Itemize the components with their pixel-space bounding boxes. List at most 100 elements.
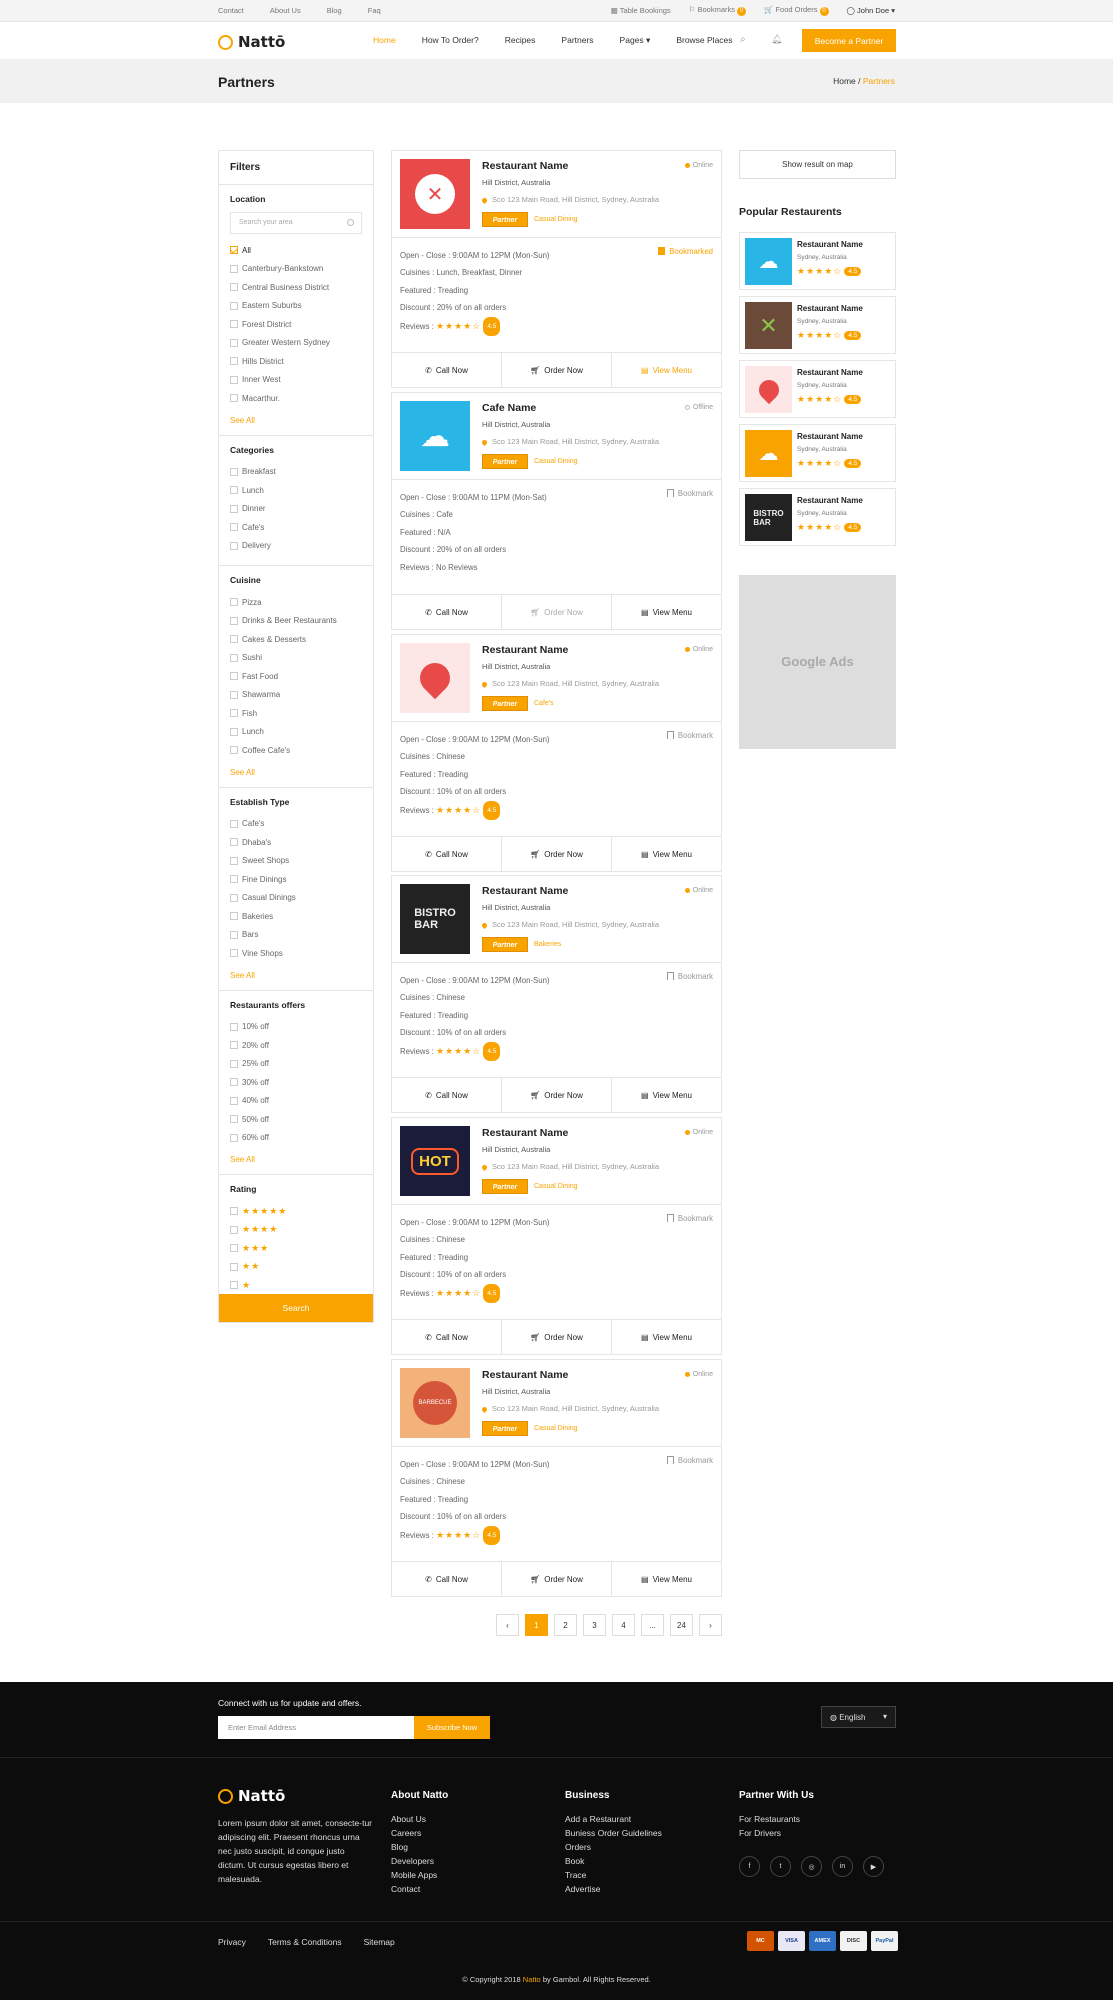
filter-option[interactable]: Cafe's bbox=[230, 518, 362, 537]
popular-name[interactable]: Restaurant Name bbox=[797, 496, 863, 505]
view-menu-button[interactable]: ▤ View Menu bbox=[612, 1320, 721, 1354]
checkbox[interactable] bbox=[230, 394, 238, 403]
footer-link[interactable]: Developers bbox=[391, 1854, 448, 1868]
filter-option[interactable]: Fine Dinings bbox=[230, 870, 362, 889]
twitter-icon[interactable]: t bbox=[770, 1856, 791, 1877]
checkbox[interactable] bbox=[230, 912, 238, 921]
filter-option[interactable]: Central Business District bbox=[230, 278, 362, 297]
filter-option[interactable]: Drinks & Beer Restaurants bbox=[230, 612, 362, 631]
order-now-button[interactable]: 🛒︎ Order Now bbox=[502, 595, 612, 629]
checkbox[interactable] bbox=[230, 635, 238, 644]
nav-pages[interactable]: Pages ▾ bbox=[620, 35, 651, 46]
checkbox[interactable] bbox=[230, 672, 238, 681]
map-pin-logo[interactable] bbox=[400, 643, 470, 713]
checkbox[interactable] bbox=[230, 375, 238, 384]
checkbox[interactable] bbox=[230, 1041, 238, 1050]
popular-restaurant-item[interactable]: Restaurant Name Sydney, Australia ★★★★☆ 4.5 bbox=[739, 360, 896, 418]
filter-option[interactable]: Inner West bbox=[230, 371, 362, 390]
view-menu-button[interactable]: ▤ View Menu bbox=[612, 1078, 721, 1112]
language-select[interactable]: ◍ English ▾ bbox=[821, 1706, 896, 1728]
filter-option[interactable]: Pizza bbox=[230, 593, 362, 612]
fork-spoon-logo[interactable]: ✕ bbox=[400, 159, 470, 229]
checkbox[interactable] bbox=[230, 598, 238, 607]
filter-option[interactable]: 60% off bbox=[230, 1129, 362, 1148]
checkbox[interactable] bbox=[230, 746, 238, 755]
checkbox[interactable] bbox=[230, 930, 238, 939]
restaurant-category[interactable]: Cafe's bbox=[534, 700, 554, 707]
checkbox[interactable] bbox=[230, 357, 238, 366]
sitemap-link[interactable]: Sitemap bbox=[364, 1937, 395, 1947]
top-link-faq[interactable]: Faq bbox=[368, 6, 381, 15]
view-menu-button[interactable]: ▤ View Menu bbox=[612, 353, 721, 387]
linkedin-icon[interactable]: in bbox=[832, 1856, 853, 1877]
filter-option[interactable]: Hills District bbox=[230, 352, 362, 371]
restaurant-name[interactable]: Restaurant Name bbox=[482, 644, 568, 656]
nav-partners[interactable]: Partners bbox=[561, 35, 593, 46]
footer-link[interactable]: Buniess Order Guidelines bbox=[565, 1826, 662, 1840]
privacy-link[interactable]: Privacy bbox=[218, 1937, 246, 1947]
bistro-bar-logo[interactable]: BISTRO BAR bbox=[400, 884, 470, 954]
filter-option[interactable]: Macarthur. bbox=[230, 389, 362, 408]
offers-see-all[interactable]: See All bbox=[230, 1155, 362, 1164]
checkbox[interactable] bbox=[230, 1022, 238, 1031]
restaurant-card[interactable]: BARBECUE Restaurant Name Hill District, Au… bbox=[391, 1359, 722, 1597]
call-now-button[interactable]: ✆ Call Now bbox=[392, 837, 502, 871]
restaurant-category[interactable]: Casual Dining bbox=[534, 1183, 578, 1190]
filter-option[interactable]: Canterbury-Bankstown bbox=[230, 260, 362, 279]
checkbox[interactable] bbox=[230, 1244, 238, 1253]
filter-option[interactable]: Bakeries bbox=[230, 907, 362, 926]
footer-link[interactable]: Contact bbox=[391, 1882, 448, 1896]
checkbox[interactable] bbox=[230, 338, 238, 347]
checkbox[interactable] bbox=[230, 616, 238, 625]
top-link-about[interactable]: About Us bbox=[270, 6, 301, 15]
checkbox[interactable] bbox=[230, 727, 238, 736]
view-menu-button[interactable]: ▤ View Menu bbox=[612, 837, 721, 871]
restaurant-category[interactable]: Casual Dining bbox=[534, 1425, 578, 1432]
restaurant-card[interactable]: HOT Restaurant Name Hill District, Austral… bbox=[391, 1117, 722, 1355]
restaurant-name[interactable]: Cafe Name bbox=[482, 402, 536, 414]
popular-name[interactable]: Restaurant Name bbox=[797, 432, 863, 441]
cuisine-see-all[interactable]: See All bbox=[230, 768, 362, 777]
footer-link[interactable]: Book bbox=[565, 1854, 662, 1868]
checkbox[interactable] bbox=[230, 1133, 238, 1142]
checkbox[interactable] bbox=[230, 246, 238, 255]
view-menu-button[interactable]: ▤ View Menu bbox=[612, 1562, 721, 1596]
checkbox[interactable] bbox=[230, 949, 238, 958]
popular-name[interactable]: Restaurant Name bbox=[797, 368, 863, 377]
checkbox[interactable] bbox=[230, 467, 238, 476]
checkbox[interactable] bbox=[230, 1096, 238, 1105]
call-now-button[interactable]: ✆ Call Now bbox=[392, 353, 502, 387]
checkbox[interactable] bbox=[230, 1225, 238, 1234]
filter-option[interactable]: 10% off bbox=[230, 1018, 362, 1037]
call-now-button[interactable]: ✆ Call Now bbox=[392, 1320, 502, 1354]
youtube-icon[interactable]: ▶ bbox=[863, 1856, 884, 1877]
footer-link[interactable]: For Drivers bbox=[739, 1826, 814, 1840]
footer-link[interactable]: Advertise bbox=[565, 1882, 662, 1896]
bookmark-button[interactable]: Bookmarked bbox=[658, 247, 713, 256]
area-search-input[interactable]: Search your area bbox=[230, 212, 362, 234]
logo[interactable]: Nattō bbox=[218, 33, 285, 51]
filter-option[interactable]: Lunch bbox=[230, 723, 362, 742]
checkbox[interactable] bbox=[230, 1059, 238, 1068]
google-ads[interactable]: Google Ads bbox=[739, 575, 896, 749]
newsletter-email-input[interactable]: Enter Email Address bbox=[218, 1716, 414, 1739]
filter-option[interactable]: Casual Dinings bbox=[230, 889, 362, 908]
filter-option[interactable]: All bbox=[230, 241, 362, 260]
call-now-button[interactable]: ✆ Call Now bbox=[392, 595, 502, 629]
checkbox[interactable] bbox=[230, 875, 238, 884]
filter-option[interactable]: Coffee Cafe's bbox=[230, 741, 362, 760]
bookmark-button[interactable]: Bookmark bbox=[667, 1456, 713, 1465]
restaurant-category[interactable]: Casual Dining bbox=[534, 458, 578, 465]
restaurant-name[interactable]: Restaurant Name bbox=[482, 885, 568, 897]
checkbox[interactable] bbox=[230, 283, 238, 292]
popular-restaurant-item[interactable]: ☁︎ Restaurant Name Sydney, Australia ★★★★☆ 4… bbox=[739, 232, 896, 290]
checkbox[interactable] bbox=[230, 1078, 238, 1087]
filter-option[interactable]: Cafe's bbox=[230, 815, 362, 834]
checkbox[interactable] bbox=[230, 1262, 238, 1271]
filter-option[interactable]: 25% off bbox=[230, 1055, 362, 1074]
filter-option[interactable]: Breakfast bbox=[230, 463, 362, 482]
barbecue-logo[interactable]: BARBECUE bbox=[400, 1368, 470, 1438]
filter-option[interactable]: Fish bbox=[230, 704, 362, 723]
instagram-icon[interactable]: ◎ bbox=[801, 1856, 822, 1877]
footer-link[interactable]: Add a Restaurant bbox=[565, 1812, 662, 1826]
